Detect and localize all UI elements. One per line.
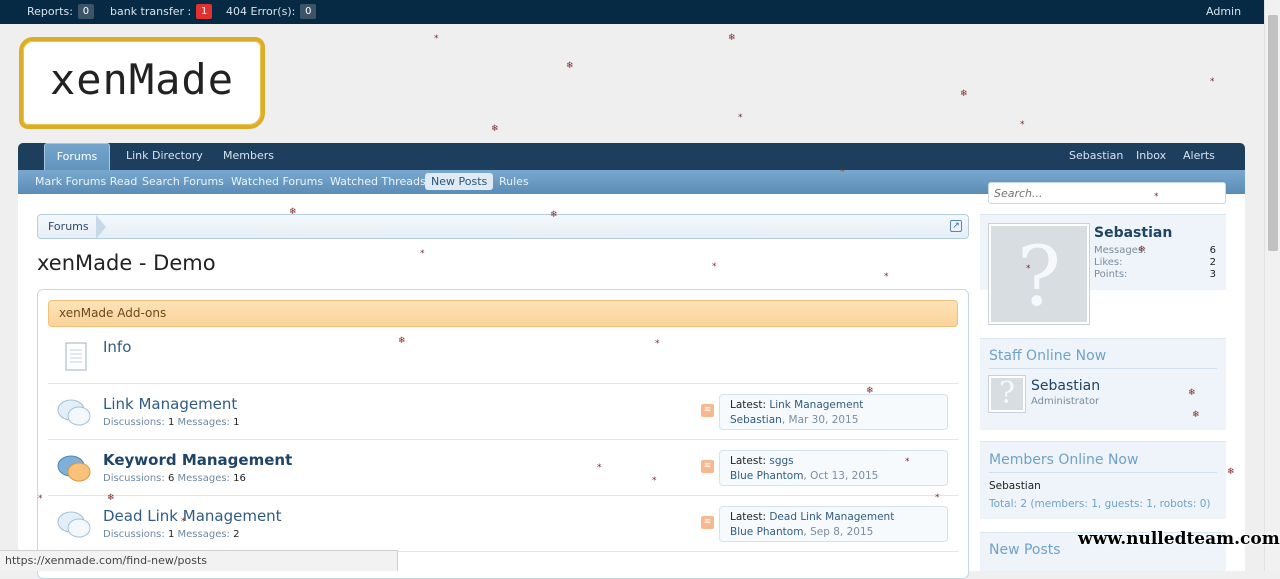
chat-bubbles-icon xyxy=(57,399,91,426)
last-post-user[interactable]: Sebastian xyxy=(730,414,782,426)
snowflake-icon: * xyxy=(1210,77,1215,87)
avatar-placeholder-icon: ? xyxy=(998,376,1016,411)
reports-link[interactable]: Reports: 0 xyxy=(27,0,94,24)
list-item: Link Management Discussions: 1 Messages:… xyxy=(48,384,958,440)
rules-link[interactable]: Rules xyxy=(499,170,529,194)
breadcrumb-forums[interactable]: Forums xyxy=(48,215,89,238)
jump-icon[interactable]: ↗ xyxy=(950,220,962,232)
last-post-date: Sep 8, 2015 xyxy=(810,526,874,538)
page-title: xenMade - Demo xyxy=(37,251,216,275)
last-post-user[interactable]: Blue Phantom xyxy=(730,470,803,482)
visitor-name-link[interactable]: Sebastian xyxy=(1094,225,1172,241)
last-post-link[interactable]: Dead Link Management xyxy=(769,511,894,523)
tab-members[interactable]: Members xyxy=(223,143,274,170)
main-navigation: Forums Link Directory Members Sebastian … xyxy=(18,143,1245,174)
nav-user-link[interactable]: Sebastian xyxy=(1069,143,1123,170)
last-post-user[interactable]: Blue Phantom xyxy=(730,526,803,538)
logo-text: xenMade xyxy=(49,55,234,104)
page-icon xyxy=(65,342,87,371)
new-posts-heading[interactable]: New Posts xyxy=(989,542,1061,558)
staff-role: Administrator xyxy=(1031,396,1100,407)
node-stats: Discussions: 1 Messages: 2 xyxy=(103,529,240,540)
node-stats: Discussions: 1 Messages: 1 xyxy=(103,417,240,428)
browser-status-bar: https://xenmade.com/find-new/posts xyxy=(0,550,398,571)
nav-alerts-link[interactable]: Alerts xyxy=(1183,143,1215,170)
list-item: Dead Link Management Discussions: 1 Mess… xyxy=(48,496,958,552)
visitor-stat: Likes: 2 xyxy=(1094,257,1216,268)
node-title-link[interactable]: Link Management xyxy=(103,395,237,413)
site-logo[interactable]: xenMade xyxy=(19,37,265,129)
errors-count-badge: 0 xyxy=(300,4,317,19)
snowflake-icon: * xyxy=(1020,120,1025,130)
admin-bar: Reports: 0 bank transfer :1 404 Error(s):… xyxy=(0,0,1264,24)
last-post-box: Latest: Dead Link Management Blue Phanto… xyxy=(719,506,948,542)
breadcrumb-separator xyxy=(96,215,106,239)
rss-icon[interactable]: ≋ xyxy=(701,460,714,473)
visitor-stat: Messages: 6 xyxy=(1094,245,1216,256)
bank-transfer-link[interactable]: bank transfer :1 xyxy=(110,0,213,24)
admin-link[interactable]: Admin xyxy=(1206,0,1241,24)
snowflake-icon: ❄ xyxy=(960,89,968,99)
list-item: Info xyxy=(48,328,958,384)
node-title-link[interactable]: Info xyxy=(103,338,131,356)
avatar-placeholder-icon: ? xyxy=(1017,230,1061,325)
last-post-date: Oct 13, 2015 xyxy=(810,470,879,482)
list-item: Keyword Management Discussions: 6 Messag… xyxy=(48,440,958,496)
scrollbar-thumb[interactable] xyxy=(1268,15,1278,251)
new-posts-link[interactable]: New Posts xyxy=(425,173,494,190)
avatar[interactable]: ? xyxy=(989,376,1025,412)
last-post-link[interactable]: sggs xyxy=(769,455,793,467)
staff-name-link[interactable]: Sebastian xyxy=(1031,378,1100,394)
chat-bubbles-icon xyxy=(57,511,91,538)
watched-threads-link[interactable]: Watched Threads xyxy=(330,170,426,194)
category-header[interactable]: xenMade Add-ons xyxy=(48,300,958,327)
page-scrollbar[interactable] xyxy=(1264,0,1280,571)
avatar[interactable]: ? xyxy=(989,224,1089,325)
reports-count-badge: 0 xyxy=(77,4,94,19)
snowflake-icon: ❄ xyxy=(491,124,499,134)
last-post-box: Latest: Link Management Sebastian, Mar 3… xyxy=(719,394,948,430)
staff-online-heading[interactable]: Staff Online Now xyxy=(989,348,1106,364)
mark-forums-read-link[interactable]: Mark Forums Read xyxy=(35,170,137,194)
snowflake-icon: ❄ xyxy=(728,33,736,43)
node-stats: Discussions: 6 Messages: 16 xyxy=(103,473,246,484)
online-member-link[interactable]: Sebastian xyxy=(989,480,1041,492)
online-total-link[interactable]: Total: 2 (members: 1, guests: 1, robots:… xyxy=(989,498,1210,510)
last-post-box: Latest: sggs Blue Phantom, Oct 13, 2015 xyxy=(719,450,948,486)
node-title-link[interactable]: Dead Link Management xyxy=(103,507,282,525)
watermark: www.nulledteam.com xyxy=(1078,529,1280,549)
visitor-stat: Points: 3 xyxy=(1094,269,1216,280)
nav-inbox-link[interactable]: Inbox xyxy=(1136,143,1166,170)
snowflake-icon: * xyxy=(434,34,439,44)
snowflake-icon: * xyxy=(738,113,743,123)
last-post-link[interactable]: Link Management xyxy=(769,399,863,411)
tab-link-directory[interactable]: Link Directory xyxy=(126,143,203,170)
divider xyxy=(989,472,1217,473)
search-forums-link[interactable]: Search Forums xyxy=(142,170,224,194)
members-online-heading[interactable]: Members Online Now xyxy=(989,452,1138,468)
divider xyxy=(989,368,1217,369)
watched-forums-link[interactable]: Watched Forums xyxy=(231,170,323,194)
rss-icon[interactable]: ≋ xyxy=(701,516,714,529)
bank-transfer-count-badge: 1 xyxy=(196,4,213,19)
search-input[interactable] xyxy=(988,182,1226,204)
errors-link[interactable]: 404 Error(s): 0 xyxy=(226,0,317,24)
rss-icon[interactable]: ≋ xyxy=(701,404,714,417)
node-title-link[interactable]: Keyword Management xyxy=(103,451,292,469)
chat-bubbles-unread-icon xyxy=(57,455,91,482)
breadcrumb: Forums ↗ xyxy=(37,214,969,239)
snowflake-icon: ❄ xyxy=(566,61,574,71)
last-post-date: Mar 30, 2015 xyxy=(788,414,859,426)
